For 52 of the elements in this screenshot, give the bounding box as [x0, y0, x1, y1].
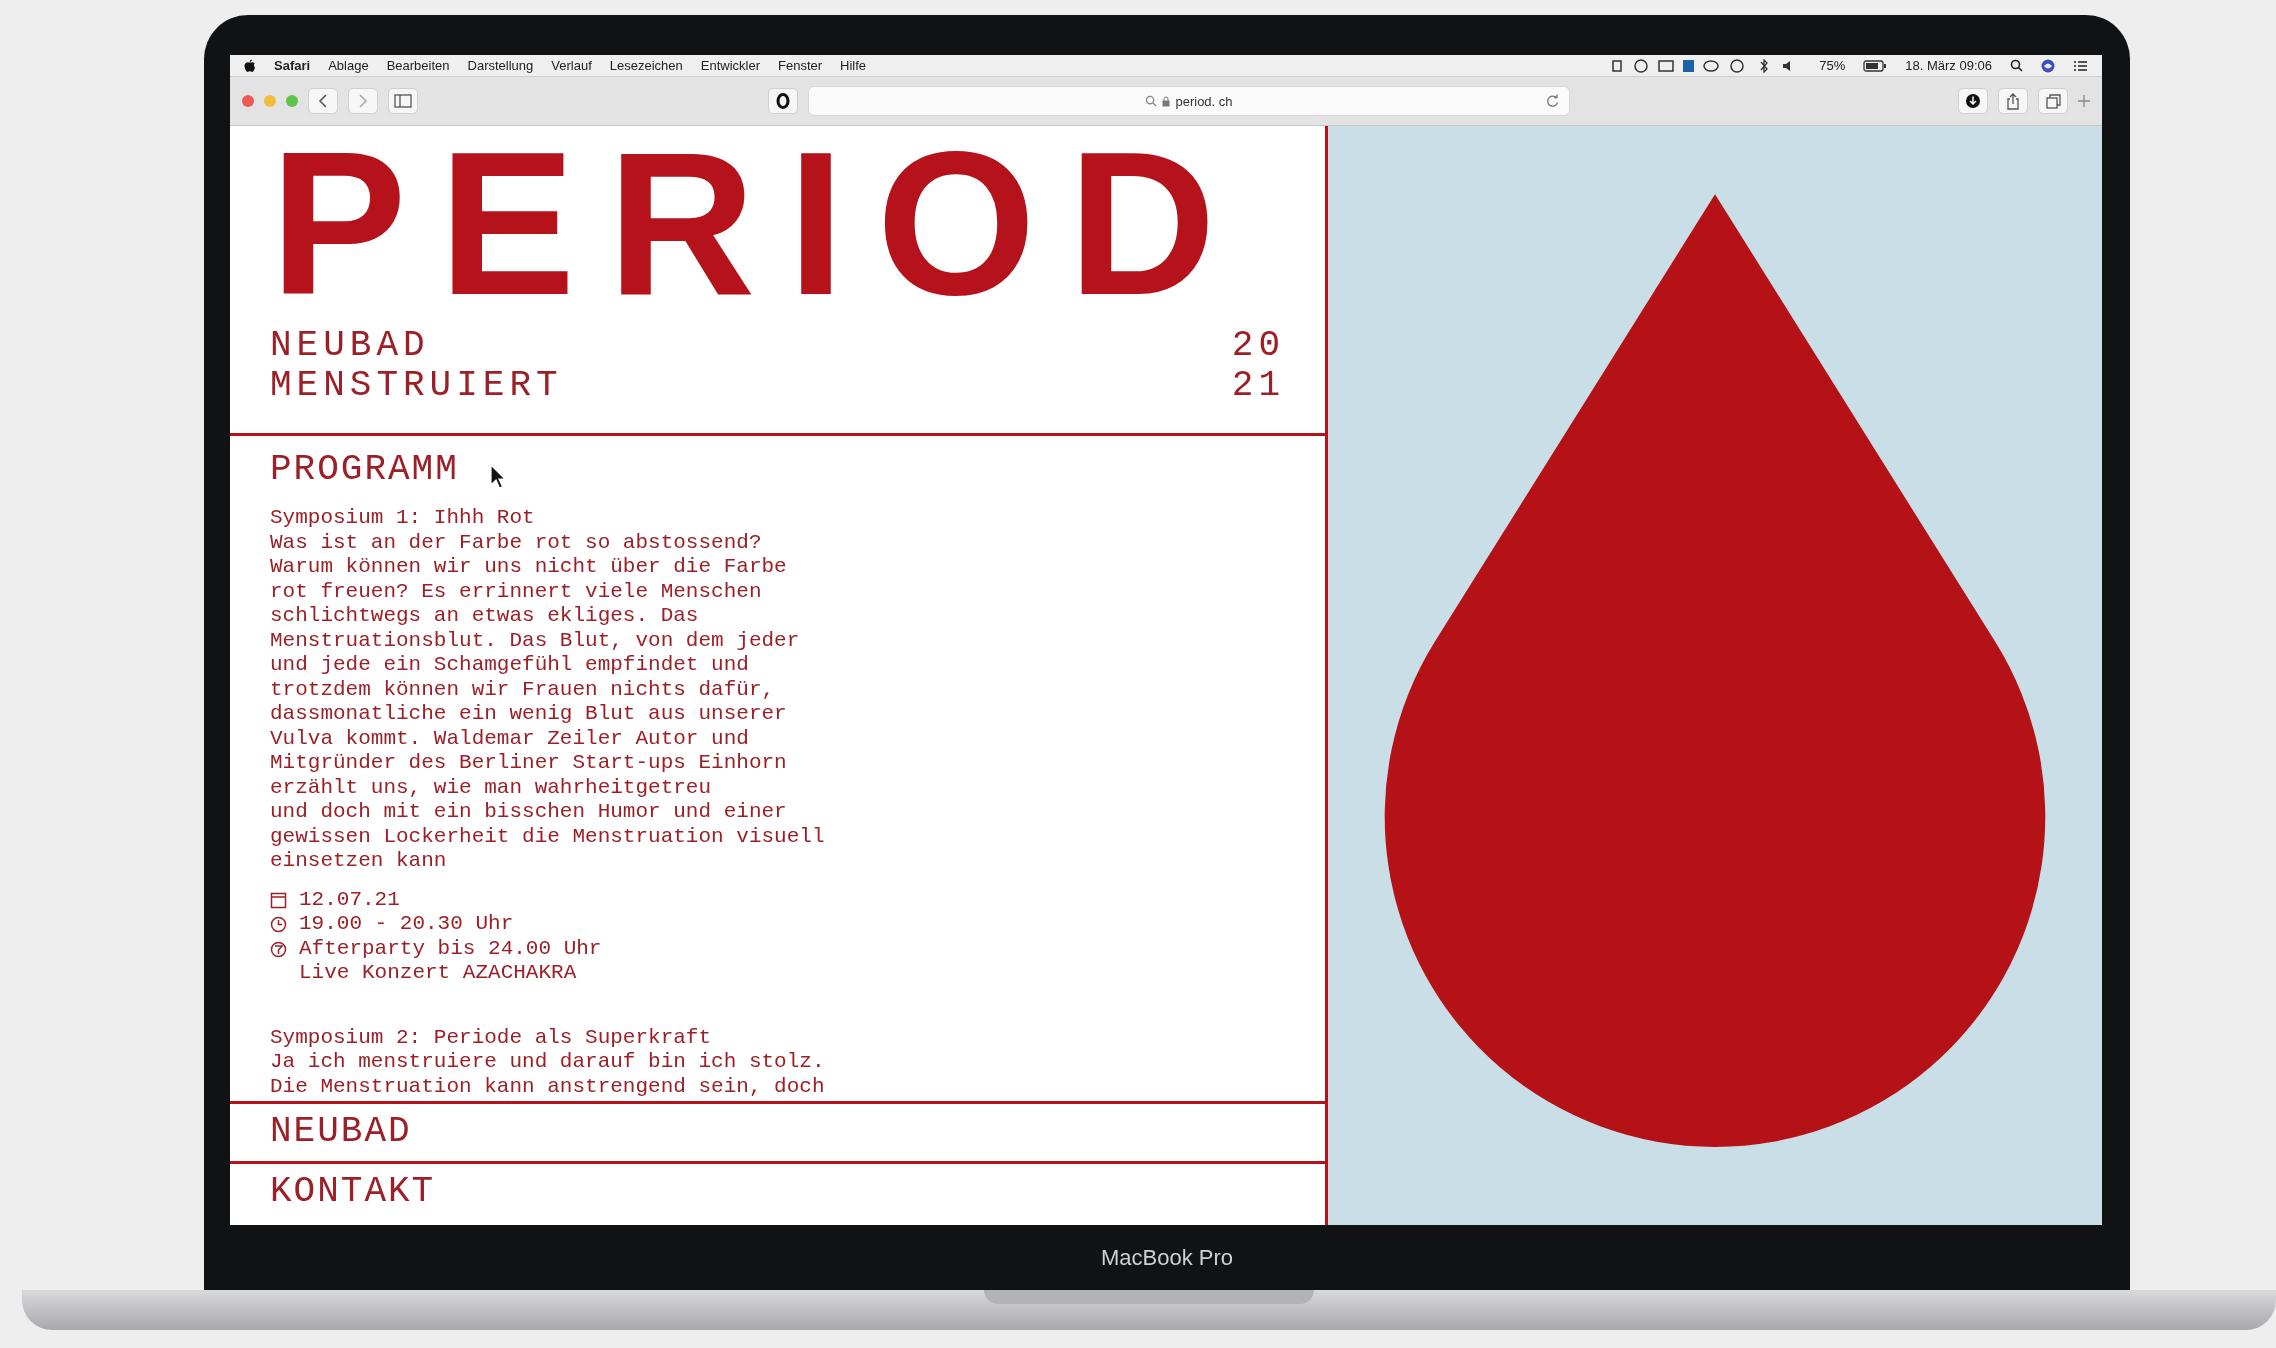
battery-icon[interactable]: [1863, 59, 1888, 72]
chevron-right-icon: [358, 94, 368, 108]
menu-clock[interactable]: 18. März 09:06: [1905, 58, 1992, 73]
menu-item[interactable]: Verlauf: [551, 58, 592, 73]
menu-item[interactable]: Lesezeichen: [609, 58, 683, 73]
list-icon[interactable]: [2073, 59, 2088, 72]
menu-item[interactable]: Entwickler: [700, 58, 760, 73]
search-icon[interactable]: [2010, 59, 2023, 72]
menu-item[interactable]: Fenster: [778, 58, 823, 73]
apple-logo-icon[interactable]: [244, 58, 256, 73]
event-detail: 19.00 - 20.30 Uhr: [299, 912, 514, 937]
menu-item[interactable]: Darstellung: [467, 58, 534, 73]
site-title: PERIOD: [270, 148, 1248, 298]
menu-item[interactable]: Hilfe: [840, 58, 867, 73]
back-button[interactable]: [308, 88, 338, 114]
event-description: Ja ich menstruiere und darauf bin ich stolz. Die Menstruation kann anstrengend sein, doch: [270, 1050, 826, 1099]
section-heading[interactable]: PROGRAMM: [270, 448, 459, 492]
event-description: Was ist an der Farbe rot so abstossend? Warum können wir uns nicht über die Farbe rot freuen? Es errinnert viele Menschen schlichtwegs an etwas ekliges. Das Menstruationsblut. Das Blut, von dem jeder und jede ein Schamgefühl empfindet und trotzdem können wir Frauen nichts dafür, dassmonatliche ein wenig Blut aus unserer Vulva kommt. Waldemar Zeiler Autor und Mitgründer des Berliner Start-ups Einhorn erzählt uns, wie man wahrheitgetreu und doch mit ein bisschen Humor und einer gewissen Lockerheit die Menstruation visuell einsetzen kann: [270, 530, 826, 874]
download-icon: [1965, 93, 1981, 109]
laptop-label: MacBook Pro: [1099, 1243, 1235, 1272]
search-icon: [1145, 95, 1158, 107]
sidebar-icon: [394, 94, 412, 108]
reload-icon[interactable]: [1546, 94, 1559, 108]
tabs-button[interactable]: [2038, 88, 2068, 114]
sidebar-button[interactable]: [388, 88, 418, 114]
menu-item[interactable]: Safari: [274, 58, 311, 73]
event-detail: 12.07.21: [299, 887, 400, 912]
siri-icon[interactable]: [2041, 58, 2055, 73]
chevron-left-icon: [318, 94, 328, 108]
extension-button[interactable]: [768, 88, 798, 114]
tabs-icon: [2045, 93, 2061, 109]
nav-link[interactable]: NEUBAD: [270, 1110, 412, 1154]
event-title: Symposium 1: Ihhh Rot: [270, 506, 536, 531]
menu-item[interactable]: Bearbeiten: [386, 58, 450, 73]
close-button[interactable]: [242, 95, 254, 107]
calendar-icon: [270, 891, 287, 909]
downloads-button[interactable]: [1958, 88, 1988, 114]
nav-link[interactable]: KONTAKT: [270, 1170, 436, 1214]
event-title: Symposium 2: Periode als Superkraft: [270, 1025, 713, 1050]
menu-item[interactable]: Ablage: [328, 58, 369, 73]
ring-icon: [776, 93, 790, 109]
lock-icon: [1162, 95, 1171, 107]
site-subtitle: NEUBAD MENSTRUIERT: [270, 326, 563, 406]
share-button[interactable]: [1998, 88, 2028, 114]
address-field[interactable]: period. ch: [808, 86, 1570, 116]
new-tab-icon[interactable]: [2078, 95, 2090, 107]
share-icon: [2006, 92, 2020, 110]
battery-percentage: 75%: [1819, 58, 1846, 73]
site-year: 20 21: [1231, 326, 1285, 406]
mouse-pointer-icon: [490, 464, 506, 490]
clock-icon: [270, 916, 287, 933]
event-detail: Afterparty bis 24.00 Uhr Live Konzert AZACHAKRA: [299, 936, 602, 986]
